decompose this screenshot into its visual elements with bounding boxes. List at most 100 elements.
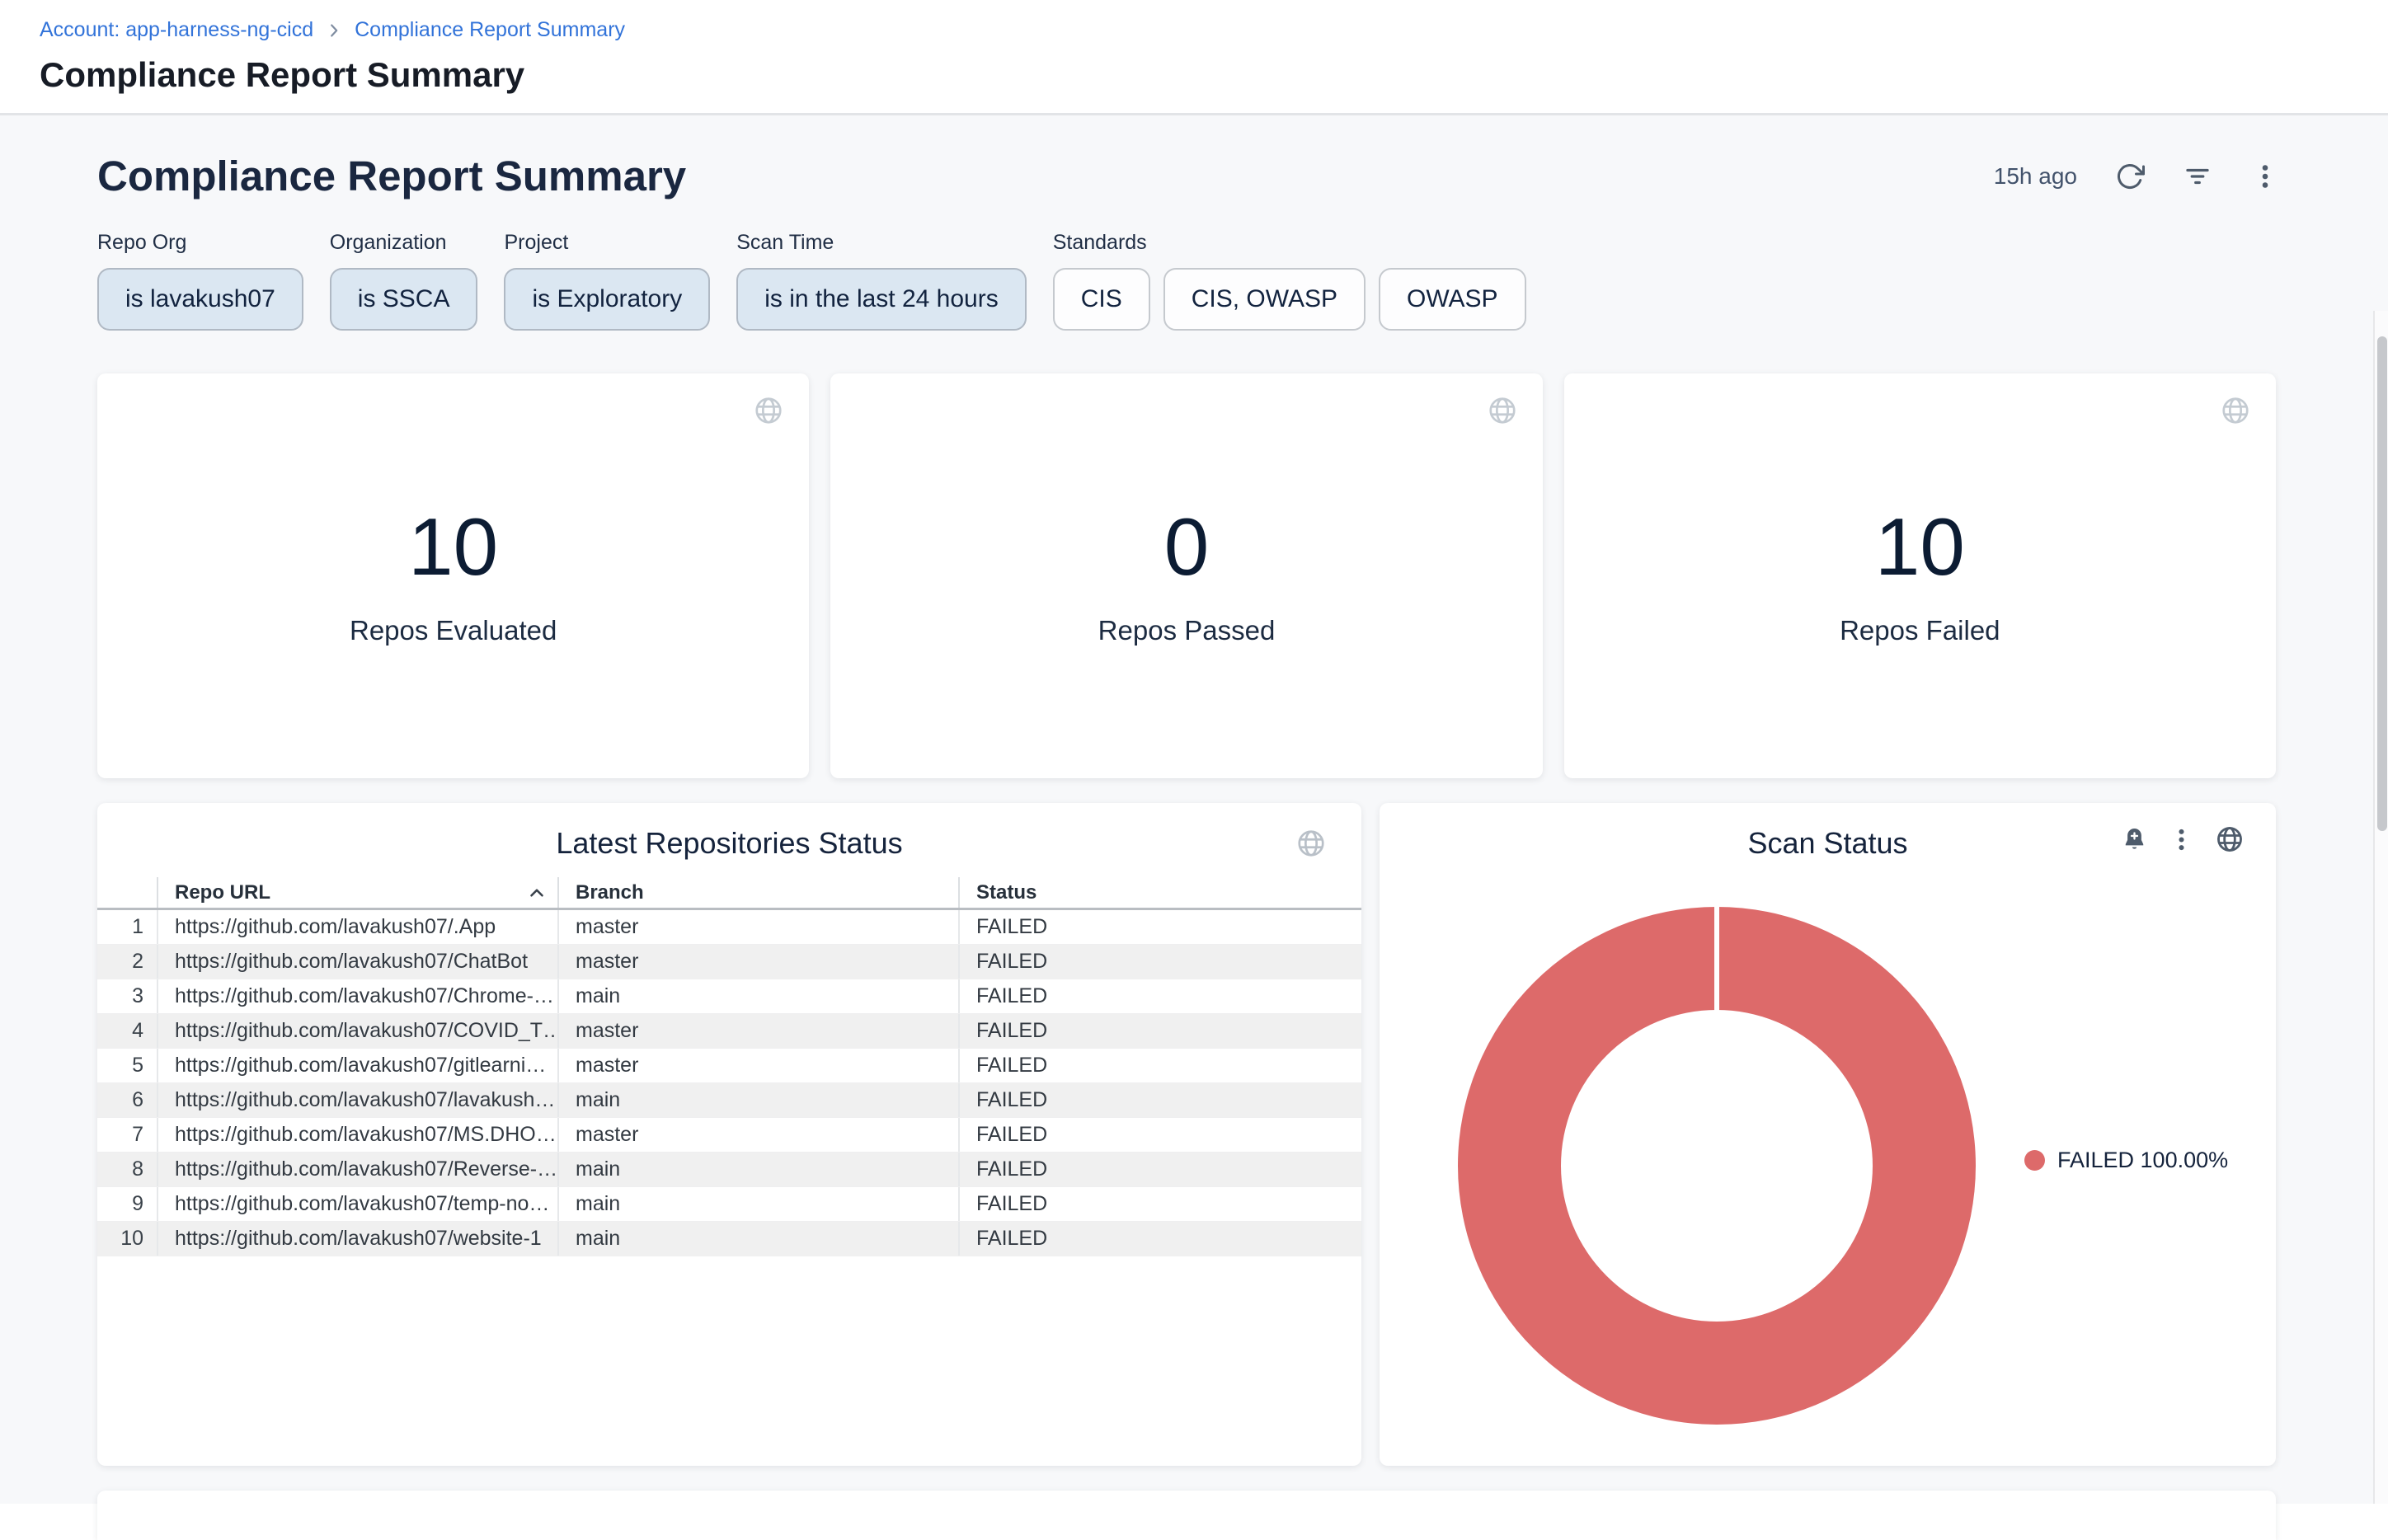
table-row: 8 https://github.com/lavakush07/Reverse-…	[97, 1153, 1361, 1187]
row-index: 1	[97, 910, 157, 944]
table-row: 9 https://github.com/lavakush07/temp-no……	[97, 1187, 1361, 1222]
status-cell: FAILED	[958, 1153, 1361, 1186]
status-cell: FAILED	[958, 1118, 1361, 1152]
donut-slice-divider	[1714, 907, 1719, 1012]
repo-url-cell: https://github.com/lavakush07/.App	[157, 910, 557, 944]
repo-url-cell: https://github.com/lavakush07/temp-no…	[157, 1187, 557, 1221]
filter-chip-owasp[interactable]: OWASP	[1379, 268, 1526, 331]
scan-status-panel: Scan Status	[1380, 803, 2276, 1466]
table-row: 2 https://github.com/lavakush07/ChatBot …	[97, 945, 1361, 979]
tile-value: 10	[408, 506, 498, 587]
column-header-branch[interactable]: Branch	[557, 877, 958, 908]
stat-tiles-row: 10 Repos Evaluated 0 Repos Passed 10 Rep…	[97, 373, 2276, 778]
branch-cell: master	[557, 1118, 958, 1152]
repo-url-cell: https://github.com/lavakush07/Reverse-…	[157, 1153, 557, 1186]
filter-chip-cis[interactable]: CIS	[1053, 268, 1150, 331]
tile-repos-failed: 10 Repos Failed	[1564, 373, 2276, 778]
table-header-row: Repo URL Branch Status	[97, 877, 1361, 910]
branch-cell: master	[557, 1014, 958, 1048]
globe-icon	[1487, 395, 1518, 426]
repo-status-table: Repo URL Branch Status 1 https://github.…	[97, 877, 1361, 1256]
table-row: 6 https://github.com/lavakush07/lavakush…	[97, 1083, 1361, 1118]
filter-label: Project	[504, 230, 710, 255]
filter-group-repo-org: Repo Org is lavakush07	[97, 230, 303, 331]
repo-url-cell: https://github.com/lavakush07/lavakush…	[157, 1083, 557, 1117]
filter-icon	[2183, 162, 2212, 191]
status-cell: FAILED	[958, 945, 1361, 979]
chevron-right-icon	[325, 21, 343, 40]
latest-repositories-panel: Latest Repositories Status Repo URL Bran…	[97, 803, 1361, 1466]
filter-chip-cis-owasp[interactable]: CIS, OWASP	[1163, 268, 1366, 331]
filter-chip-organization[interactable]: is SSCA	[330, 268, 478, 331]
vertical-scrollbar	[2373, 311, 2388, 1504]
repo-url-cell: https://github.com/lavakush07/MS.DHO…	[157, 1118, 557, 1152]
globe-icon	[753, 395, 784, 426]
filter-chip-project[interactable]: is Exploratory	[504, 268, 710, 331]
tile-value: 0	[1164, 506, 1210, 587]
row-index: 9	[97, 1187, 157, 1221]
tile-label: Repos Failed	[1840, 615, 2000, 646]
tile-more-button[interactable]	[2168, 826, 2195, 853]
globe-icon	[2215, 824, 2245, 854]
table-row: 3 https://github.com/lavakush07/Chrome-……	[97, 979, 1361, 1014]
table-panel-title: Latest Repositories Status	[97, 826, 1361, 861]
filters-button[interactable]	[2183, 162, 2212, 191]
row-index: 10	[97, 1222, 157, 1256]
repo-url-cell: https://github.com/lavakush07/ChatBot	[157, 945, 557, 979]
last-refresh-time: 15h ago	[1994, 163, 2077, 190]
branch-cell: main	[557, 1222, 958, 1256]
dashboard-title: Compliance Report Summary	[97, 152, 686, 200]
row-index: 7	[97, 1118, 157, 1152]
filter-group-project: Project is Exploratory	[504, 230, 710, 331]
filter-chip-repo-org[interactable]: is lavakush07	[97, 268, 303, 331]
table-row: 7 https://github.com/lavakush07/MS.DHO… …	[97, 1118, 1361, 1153]
row-index: 6	[97, 1083, 157, 1117]
column-header-status[interactable]: Status	[958, 877, 1361, 908]
app-header: Account: app-harness-ng-cicd Compliance …	[0, 0, 2388, 115]
row-index: 8	[97, 1153, 157, 1186]
status-cell: FAILED	[958, 1187, 1361, 1221]
breadcrumb-current-link[interactable]: Compliance Report Summary	[355, 18, 625, 42]
repo-url-cell: https://github.com/lavakush07/Chrome-…	[157, 979, 557, 1013]
repo-url-cell: https://github.com/lavakush07/COVID_T…	[157, 1014, 557, 1048]
row-index: 3	[97, 979, 157, 1013]
column-header-index	[97, 877, 157, 908]
column-header-repo-url[interactable]: Repo URL	[157, 877, 557, 908]
status-cell: FAILED	[958, 1083, 1361, 1117]
scrollbar-thumb[interactable]	[2377, 336, 2387, 831]
status-cell: FAILED	[958, 1014, 1361, 1048]
donut-chart-failed-slice[interactable]	[1458, 907, 1976, 1425]
table-row: 1 https://github.com/lavakush07/.App mas…	[97, 910, 1361, 945]
sort-ascending-icon	[526, 882, 548, 904]
repo-url-cell: https://github.com/lavakush07/gitlearni…	[157, 1049, 557, 1082]
breadcrumb: Account: app-harness-ng-cicd Compliance …	[40, 18, 2388, 42]
tile-label: Repos Passed	[1098, 615, 1276, 646]
table-row: 5 https://github.com/lavakush07/gitlearn…	[97, 1049, 1361, 1083]
dashboard-more-button[interactable]	[2250, 162, 2280, 191]
status-cell: FAILED	[958, 1222, 1361, 1256]
globe-icon	[1295, 828, 1327, 859]
legend-item-failed[interactable]: FAILED 100.00%	[2024, 1148, 2228, 1173]
refresh-button[interactable]	[2115, 162, 2145, 191]
status-cell: FAILED	[958, 910, 1361, 944]
branch-cell: main	[557, 979, 958, 1013]
filter-group-standards: Standards CIS CIS, OWASP OWASP	[1053, 230, 1526, 331]
repo-url-cell: https://github.com/lavakush07/website-1	[157, 1222, 557, 1256]
alert-button[interactable]	[2121, 826, 2148, 853]
table-row: 4 https://github.com/lavakush07/COVID_T……	[97, 1014, 1361, 1049]
breadcrumb-account-link[interactable]: Account: app-harness-ng-cicd	[40, 18, 313, 42]
refresh-icon	[2115, 162, 2145, 191]
filter-label: Organization	[330, 230, 478, 255]
row-index: 4	[97, 1014, 157, 1048]
kebab-menu-icon	[2250, 162, 2280, 191]
status-cell: FAILED	[958, 979, 1361, 1013]
tile-repos-evaluated: 10 Repos Evaluated	[97, 373, 809, 778]
filter-chip-scan-time[interactable]: is in the last 24 hours	[736, 268, 1027, 331]
tile-value: 10	[1875, 506, 1965, 587]
branch-cell: main	[557, 1153, 958, 1186]
filter-label: Scan Time	[736, 230, 1027, 255]
kebab-menu-icon	[2168, 826, 2195, 853]
branch-cell: main	[557, 1083, 958, 1117]
row-index: 2	[97, 945, 157, 979]
filter-label: Standards	[1053, 230, 1526, 255]
